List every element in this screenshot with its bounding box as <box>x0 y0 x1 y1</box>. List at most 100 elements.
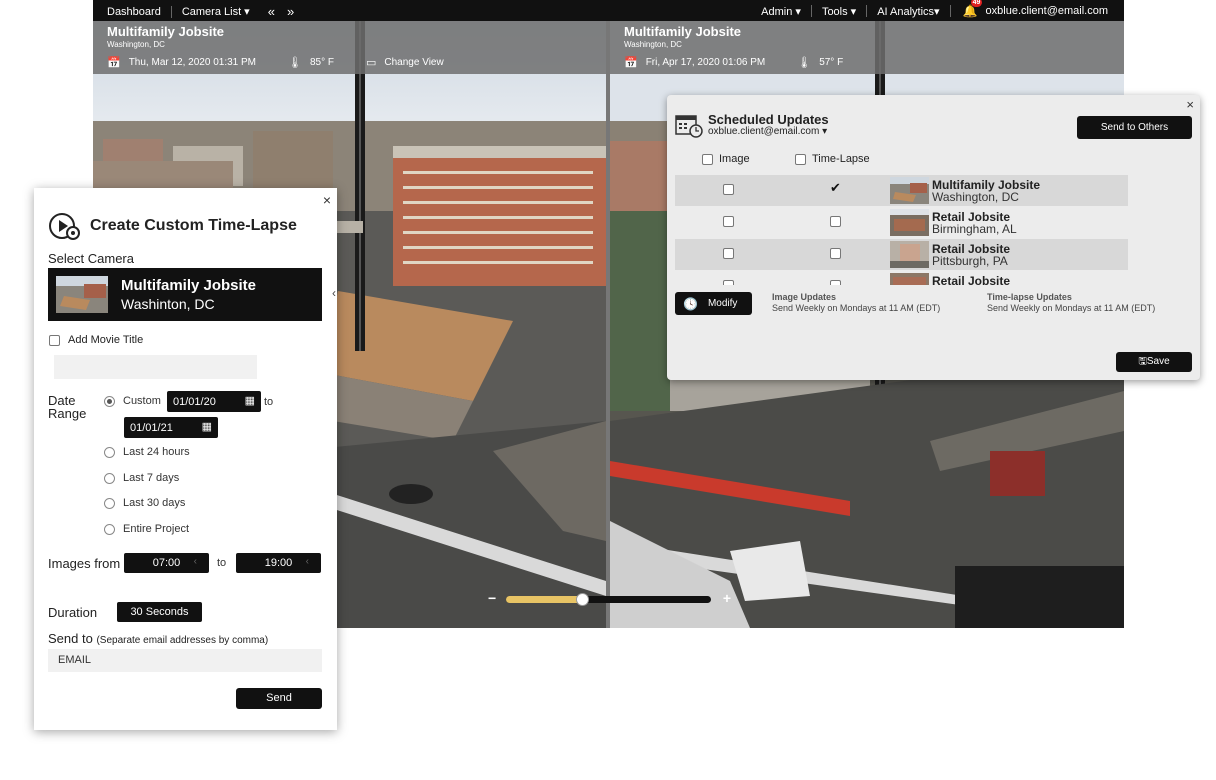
date-to-field[interactable]: 01/01/21 ▦ <box>124 417 218 438</box>
calendar-icon[interactable]: ▦ <box>202 420 212 433</box>
right-camera-title: Multifamily Jobsite <box>624 24 742 39</box>
list-item: Retail Jobsite <box>675 271 1128 285</box>
save-button[interactable]: 🖫Save <box>1116 352 1192 372</box>
camera-thumbnail <box>890 273 929 285</box>
nav-admin[interactable]: Admin ▾ <box>761 5 801 18</box>
image-column-label: Image <box>719 153 750 165</box>
close-icon[interactable]: × <box>1186 97 1194 112</box>
image-column-header: Image <box>702 153 750 165</box>
custom-label: Custom <box>123 395 161 407</box>
camera-city: Pittsburgh, PA <box>932 254 1008 268</box>
nav-divider <box>866 5 868 17</box>
camera-city: Washington, DC <box>932 190 1019 204</box>
next-arrow-icon[interactable]: » <box>287 4 294 19</box>
timelapse-checkbox[interactable] <box>830 248 841 259</box>
image-updates-title: Image Updates <box>772 292 837 302</box>
timelapse-select-all-checkbox[interactable] <box>795 153 806 165</box>
add-movie-title-checkbox[interactable] <box>49 335 60 346</box>
to-label: to <box>264 396 274 408</box>
right-camera-location: Washington, DC <box>624 40 682 49</box>
time-to-field[interactable]: 19:00 ‹ <box>236 553 321 573</box>
thermometer-icon: 🌡 <box>288 57 302 69</box>
send-to-label: Send to (Separate email addresses by com… <box>48 631 268 646</box>
change-view-button[interactable]: Change View <box>384 57 443 68</box>
camera-thumbnail <box>890 209 929 236</box>
camera-list: ✔ Multifamily Jobsite Washington, DC Ret… <box>675 175 1128 285</box>
radio-entire-project[interactable] <box>104 524 115 535</box>
date-from-field[interactable]: 01/01/20 ▦ <box>167 391 261 412</box>
nav-dashboard[interactable]: Dashboard <box>107 6 161 18</box>
image-checkbox[interactable] <box>723 184 734 195</box>
selected-camera-city: Washinton, DC <box>121 296 215 312</box>
change-view-icon[interactable]: ▭ <box>366 56 376 69</box>
nav-divider <box>949 5 951 17</box>
nav-camera-list[interactable]: Camera List ▾ <box>182 5 250 18</box>
account-dropdown[interactable]: oxblue.client@email.com ▾ <box>708 126 827 137</box>
radio-last-30-days[interactable] <box>104 498 115 509</box>
zoom-handle[interactable] <box>575 593 589 606</box>
user-menu[interactable]: oxblue.client@email.com <box>986 5 1108 17</box>
chevron-left-icon: ‹ <box>305 556 309 567</box>
chevron-left-icon: ‹ <box>193 556 197 567</box>
send-to-others-button[interactable]: Send to Others <box>1077 116 1192 139</box>
clock-icon: 🕓 <box>683 296 698 311</box>
email-field[interactable]: EMAIL <box>48 649 322 672</box>
notification-badge: 49 <box>970 0 983 7</box>
add-movie-title-label: Add Movie Title <box>68 334 144 346</box>
send-button[interactable]: Send <box>236 688 322 709</box>
date-from-value: 01/01/20 <box>173 395 216 408</box>
image-checkbox[interactable] <box>723 280 734 285</box>
left-camera-temperature: 85° F <box>309 57 334 68</box>
option-last-30-days: Last 30 days <box>123 497 186 509</box>
duration-label: Duration <box>48 605 98 620</box>
top-nav-bar: Dashboard Camera List ▾ « » Admin ▾ Tool… <box>93 0 1124 21</box>
modify-button[interactable]: 🕓 Modify <box>675 292 752 315</box>
select-camera-label: Select Camera <box>48 251 134 266</box>
camera-thumbnail <box>890 177 929 204</box>
zoom-slider[interactable]: − + <box>488 590 733 606</box>
save-label: Save <box>1146 356 1170 367</box>
nav-tools[interactable]: Tools ▾ <box>822 5 856 18</box>
check-icon[interactable]: ✔ <box>830 180 841 196</box>
thermometer-icon: 🌡 <box>797 57 812 69</box>
to-label: to <box>217 557 227 569</box>
chevron-left-icon[interactable]: ‹ <box>332 286 336 300</box>
nav-ai-analytics[interactable]: AI Analytics▾ <box>877 5 939 18</box>
radio-custom[interactable] <box>104 396 115 407</box>
zoom-track[interactable] <box>506 593 711 606</box>
prev-arrow-icon[interactable]: « <box>268 4 275 19</box>
calendar-icon[interactable]: ▦ <box>245 394 255 407</box>
bell-icon[interactable]: 🔔 49 <box>963 0 983 18</box>
movie-title-input[interactable] <box>54 355 257 379</box>
radio-last-24-hours[interactable] <box>104 447 115 458</box>
timelapse-checkbox[interactable] <box>830 280 841 285</box>
list-item: Retail Jobsite Birmingham, AL <box>675 207 1128 238</box>
camera-name: Retail Jobsite <box>932 274 1011 285</box>
modify-label: Modify <box>707 298 738 309</box>
nav-divider <box>810 5 812 17</box>
close-icon[interactable]: × <box>323 192 331 208</box>
duration-select[interactable]: 30 Seconds <box>117 602 202 622</box>
camera-thumbnail <box>890 241 929 268</box>
image-select-all-checkbox[interactable] <box>702 153 713 165</box>
calendar-icon: 📅 <box>107 57 121 69</box>
image-checkbox[interactable] <box>723 248 734 259</box>
camera-selector[interactable]: Multifamily Jobsite Washinton, DC ‹ <box>48 268 336 321</box>
split-divider[interactable] <box>606 0 610 628</box>
timelapse-column-header: Time-Lapse <box>795 153 870 165</box>
zoom-out-icon[interactable]: − <box>488 590 496 606</box>
zoom-fill <box>506 596 582 603</box>
image-updates-info: Image Updates Send Weekly on Mondays at … <box>772 292 940 314</box>
zoom-in-icon[interactable]: + <box>723 590 731 606</box>
image-checkbox[interactable] <box>723 216 734 227</box>
time-to-value: 19:00 <box>264 557 293 569</box>
time-from-field[interactable]: 07:00 ‹ <box>124 553 209 573</box>
left-camera-datetime: Thu, Mar 12, 2020 01:31 PM <box>128 57 256 68</box>
timelapse-checkbox[interactable] <box>830 216 841 227</box>
scheduled-updates-title: Scheduled Updates <box>708 112 829 127</box>
radio-last-7-days[interactable] <box>104 473 115 484</box>
timelapse-column-label: Time-Lapse <box>812 153 870 165</box>
timelapse-updates-title: Time-lapse Updates <box>987 292 1072 302</box>
timelapse-updates-text: Send Weekly on Mondays at 11 AM (EDT) <box>987 303 1156 313</box>
option-entire-project: Entire Project <box>123 523 190 535</box>
